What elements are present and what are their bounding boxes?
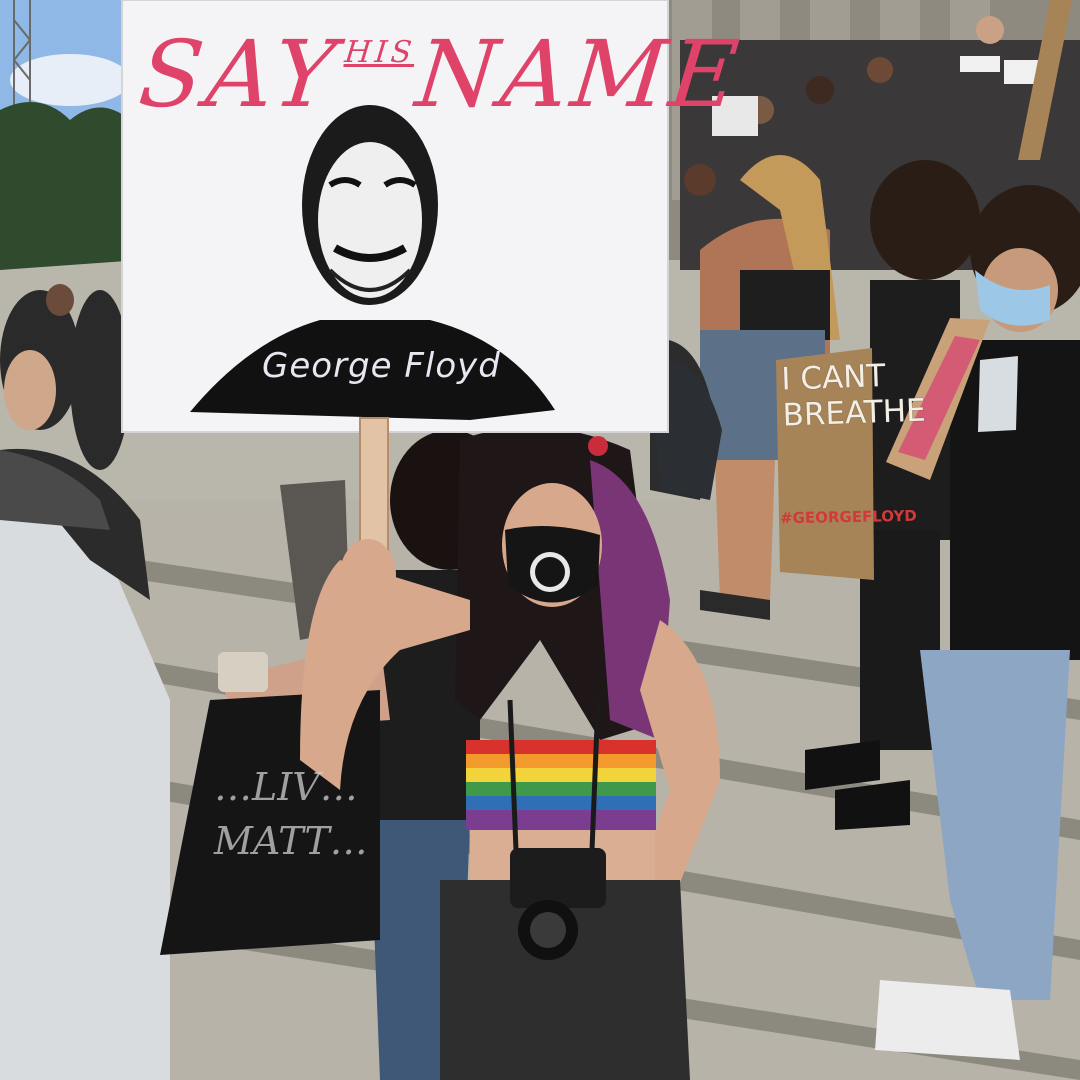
sign-heading-name: NAME — [411, 21, 748, 128]
sign-stick — [359, 417, 389, 559]
ground-sign-text: …LIV… MATT… — [214, 765, 368, 863]
trees — [0, 102, 140, 270]
sign-caption: George Floyd — [262, 346, 501, 386]
cant-breathe-line1: I CANT — [780, 357, 886, 398]
sign-heading-say: SAY — [134, 21, 345, 128]
water-bottle — [978, 356, 1018, 432]
hashtag-text: #GEORGEFLOYD — [779, 506, 917, 528]
cant-breathe-line2: BREATHE — [782, 392, 927, 434]
hand — [340, 539, 396, 611]
photo-background — [0, 0, 1080, 1080]
cloud — [10, 54, 130, 106]
sign-heading-his: HIS — [343, 35, 418, 70]
sign-heading: SAYHISNAME — [133, 10, 747, 140]
cant-breathe-text: I CANT BREATHE — [780, 357, 927, 434]
crowd-left — [0, 284, 130, 470]
rainbow-top — [466, 740, 656, 830]
protest-photo: SAYHISNAME George Floyd I CANT BREATHE #… — [0, 0, 1080, 1080]
